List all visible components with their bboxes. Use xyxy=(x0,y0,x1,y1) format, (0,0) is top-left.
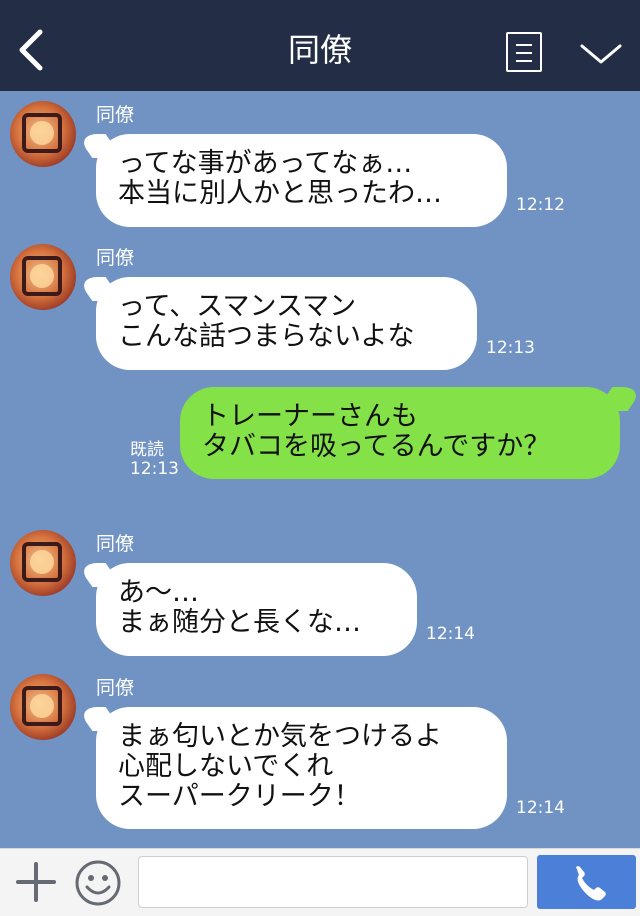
lantern-icon xyxy=(22,542,62,582)
menu-button[interactable] xyxy=(506,32,542,72)
sender-name: 同僚 xyxy=(96,247,135,269)
call-button[interactable] xyxy=(537,855,636,909)
phone-icon xyxy=(576,866,606,901)
menu-list-icon xyxy=(516,44,532,46)
sender-name: 同僚 xyxy=(96,533,135,555)
message-time: 12:14 xyxy=(426,624,475,644)
lantern-icon xyxy=(22,686,62,726)
message-bubble[interactable]: まぁ匂いとか気をつけるよ 心配しないでくれ スーパークリーク！ xyxy=(96,707,507,829)
chat-header: 同僚 xyxy=(0,0,640,91)
message-time: 12:13 xyxy=(130,459,179,479)
sender-name: 同僚 xyxy=(96,104,135,126)
add-button[interactable] xyxy=(15,861,57,903)
avatar[interactable] xyxy=(10,244,76,310)
smiley-icon xyxy=(75,860,121,906)
chevron-down-icon xyxy=(580,44,622,64)
input-bar xyxy=(0,848,640,916)
chat-area[interactable]: 同僚 ってな事があってなぁ… 本当に別人かと思ったわ… 12:12 同僚 って、… xyxy=(0,91,640,848)
emoji-button[interactable] xyxy=(74,859,122,907)
sender-name: 同僚 xyxy=(96,677,135,699)
message-time: 12:14 xyxy=(516,798,565,818)
avatar[interactable] xyxy=(10,674,76,740)
message-bubble[interactable]: ってな事があってなぁ… 本当に別人かと思ったわ… xyxy=(96,134,507,227)
message-bubble[interactable]: あ〜… まぁ随分と長くな… xyxy=(96,563,417,656)
lantern-icon xyxy=(22,113,62,153)
lantern-icon xyxy=(22,256,62,296)
message-time: 12:13 xyxy=(486,338,535,358)
message-bubble[interactable]: って、スマンスマン こんな話つまらないよな xyxy=(96,277,477,370)
message-time: 12:12 xyxy=(516,195,565,215)
read-receipt: 既読 xyxy=(130,440,164,460)
message-bubble[interactable]: トレーナーさんも タバコを吸ってるんですか？ xyxy=(180,387,620,479)
avatar[interactable] xyxy=(10,530,76,596)
avatar[interactable] xyxy=(10,101,76,167)
message-input[interactable] xyxy=(138,856,528,908)
collapse-button[interactable] xyxy=(578,38,624,68)
chat-title: 同僚 xyxy=(287,31,352,69)
plus-icon xyxy=(16,862,56,902)
